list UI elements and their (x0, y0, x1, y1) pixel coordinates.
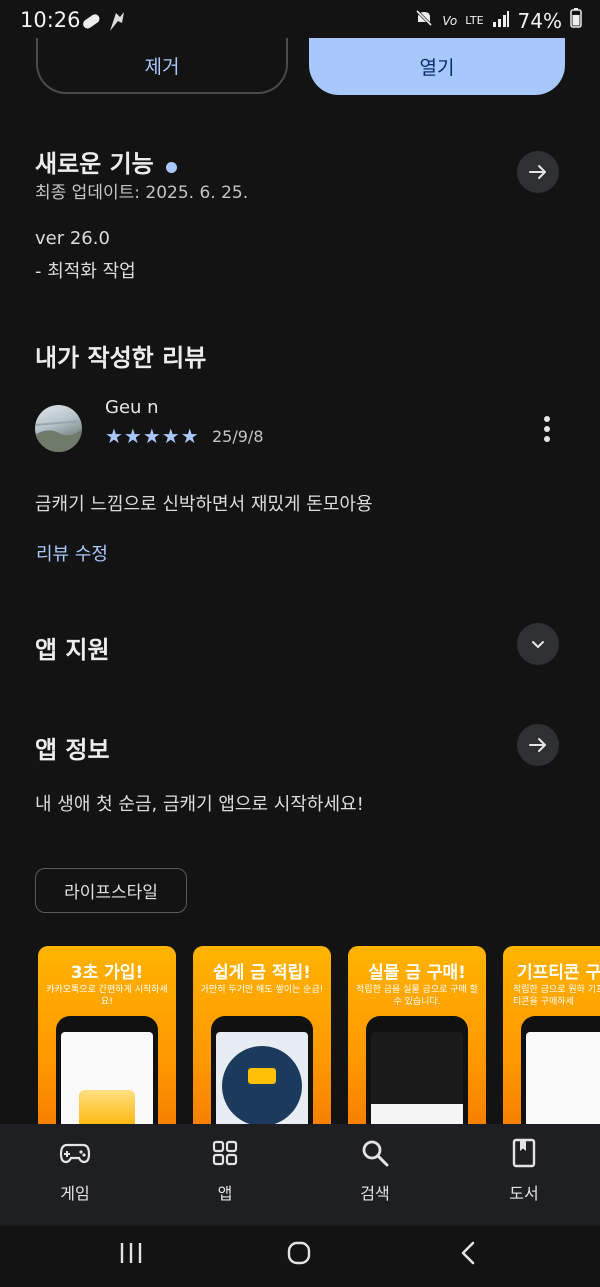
category-tag[interactable]: 라이프스타일 (35, 868, 187, 913)
phone-mockup (521, 1016, 600, 1136)
book-icon (512, 1138, 536, 1168)
screenshot-title: 실물 금 구매! (368, 963, 466, 983)
home-button[interactable] (286, 1240, 312, 1270)
last-updated: 최종 업데이트: 2025. 6. 25. (35, 183, 249, 203)
screenshot-card[interactable]: 쉽게 금 적립! 가만히 두기만 해도 쌓이는 순금! (193, 946, 331, 1136)
recent-apps-button[interactable] (118, 1241, 144, 1269)
nav-label-apps: 앱 (217, 1184, 233, 1203)
gold-counter-circle (222, 1046, 302, 1126)
status-indicators: Vo LTE 74% (414, 8, 582, 33)
edit-review-link[interactable]: 리뷰 수정 (36, 540, 108, 566)
avatar (35, 405, 82, 452)
update-note: - 최적화 작업 (35, 261, 136, 282)
app-notification-icon (106, 9, 128, 37)
battery-icon (570, 8, 582, 33)
screenshot-subtitle: 카카오톡으로 간편하게 시작하세요! (46, 985, 168, 1007)
phone-screen (216, 1032, 308, 1136)
volte-icon: Vo (442, 13, 458, 28)
review-date: 25/9/8 (212, 427, 264, 446)
review-author: Geu n (105, 397, 159, 418)
back-icon (461, 1241, 475, 1265)
screenshot-card[interactable]: 실물 금 구매! 적립한 금을 실물 금으로 구매 할 수 있습니다. (348, 946, 486, 1136)
app-info-title[interactable]: 앱 정보 (35, 730, 110, 765)
screenshot-title: 기프티콘 구 (517, 963, 600, 983)
whats-new-title: 새로운 기능 (35, 150, 154, 178)
back-button[interactable] (458, 1240, 478, 1270)
pill-icon (80, 10, 102, 36)
search-icon (362, 1140, 389, 1167)
screenshot-subtitle: 적립한 금으로 원하 기프티콘을 구매하세 (513, 985, 600, 1007)
nav-item-books[interactable]: 도서 (484, 1138, 564, 1204)
nav-item-search[interactable]: 검색 (335, 1138, 415, 1204)
open-button[interactable]: 열기 (309, 38, 565, 95)
star-rating: ★★★★★ (105, 424, 200, 448)
remove-button[interactable]: 제거 (36, 38, 288, 94)
phone-mockup (56, 1016, 158, 1136)
gold-bar-image (248, 1068, 276, 1084)
app-support-expand-button[interactable] (517, 623, 559, 665)
app-support-title[interactable]: 앱 지원 (35, 630, 110, 665)
chevron-down-icon (532, 641, 544, 648)
more-vert-icon (544, 416, 550, 442)
mute-icon (414, 8, 434, 33)
nav-label-games: 게임 (60, 1184, 90, 1203)
signal-icon (492, 9, 510, 33)
battery-percent: 74% (517, 8, 562, 33)
screenshot-subtitle: 가만히 두기만 해도 쌓이는 순금! (200, 985, 324, 995)
nav-item-apps[interactable]: 앱 (185, 1138, 265, 1204)
screenshot-card[interactable]: 3초 가입! 카카오톡으로 간편하게 시작하세요! (38, 946, 176, 1136)
phone-screen (371, 1032, 463, 1136)
recent-apps-icon (120, 1243, 142, 1263)
phone-screen (526, 1032, 600, 1136)
phone-screen (61, 1032, 153, 1136)
more-options-button[interactable] (536, 414, 558, 444)
apps-grid-icon (212, 1140, 238, 1166)
gamepad-icon (59, 1143, 91, 1164)
review-text: 금캐기 느낌으로 신박하면서 재밌게 돈모아용 (35, 494, 373, 515)
home-icon (287, 1241, 311, 1265)
arrow-right-icon (529, 165, 546, 179)
app-description: 내 생애 첫 순금, 금캐기 앱으로 시작하세요! (35, 794, 364, 815)
app-info-arrow-button[interactable] (517, 724, 559, 766)
nav-label-books: 도서 (509, 1184, 539, 1203)
screenshot-title: 쉽게 금 적립! (213, 963, 311, 983)
version-text: ver 26.0 (35, 228, 110, 249)
screenshot-card[interactable]: 기프티콘 구 적립한 금으로 원하 기프티콘을 구매하세 (503, 946, 600, 1136)
network-type: LTE (465, 14, 484, 27)
whats-new-arrow-button[interactable] (517, 151, 559, 193)
screenshot-title: 3초 가입! (70, 963, 144, 983)
screenshot-subtitle: 적립한 금을 실물 금으로 구매 할 수 있습니다. (356, 985, 478, 1007)
my-review-title: 내가 작성한 리뷰 (35, 344, 207, 372)
nav-label-search: 검색 (360, 1184, 390, 1203)
phone-mockup (211, 1016, 313, 1136)
arrow-right-icon (529, 738, 546, 752)
nav-item-games[interactable]: 게임 (35, 1138, 115, 1204)
whats-new-header[interactable]: 새로운 기능 (35, 144, 177, 179)
status-bar: 10:26 Vo LTE 74% (0, 0, 600, 40)
status-time: 10:26 (20, 8, 81, 32)
new-indicator-dot (165, 162, 177, 173)
phone-mockup (366, 1016, 468, 1136)
